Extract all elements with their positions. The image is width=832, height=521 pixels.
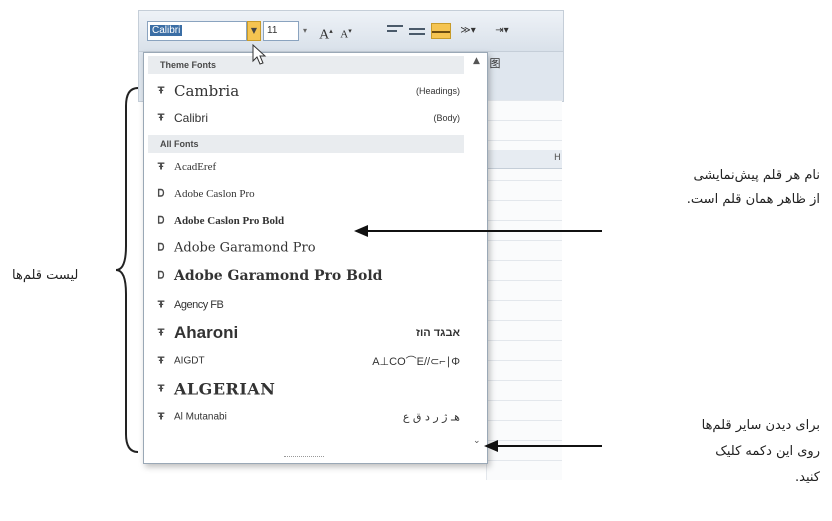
- font-item-tag: (Body): [433, 113, 460, 123]
- truetype-icon: Ŧ: [157, 299, 165, 311]
- more-fonts-note-line1: برای دیدن سایر قلم‌ها: [701, 418, 820, 433]
- font-item-aharoni[interactable]: Ŧ Aharoni אבגד הוז: [148, 319, 464, 347]
- font-item-label: ALGERIAN: [174, 379, 276, 399]
- font-size-combobox[interactable]: 11: [263, 21, 299, 41]
- font-item-tag: A⊥CO⌒E//⊂⌐∣Φ: [372, 356, 460, 368]
- preview-arrow-icon: [354, 225, 602, 237]
- font-item-label: Adobe Caslon Pro Bold: [174, 215, 285, 227]
- font-item-calibri[interactable]: Ŧ Calibri (Body): [148, 106, 464, 130]
- font-item-aigdt[interactable]: Ŧ AIGDT A⊥CO⌒E//⊂⌐∣Φ: [148, 349, 464, 373]
- font-item-label: Adobe Caslon Pro: [174, 188, 255, 200]
- font-item-label: AcadEref: [174, 161, 217, 173]
- font-item-label: Al Mutanabi: [174, 411, 227, 423]
- preview-note-line1: نام هر قلم پیش‌نمایشی: [693, 168, 820, 183]
- font-item-label: Aharoni: [174, 323, 239, 342]
- preview-note-line2: از ظاهر همان قلم است.: [686, 192, 820, 207]
- truetype-icon: Ŧ: [157, 327, 165, 339]
- truetype-icon: Ŧ: [157, 411, 165, 423]
- font-dropdown-list: Theme Fonts Ŧ Cambria (Headings) Ŧ Calib…: [143, 52, 488, 464]
- more-fonts-arrow-icon: [484, 440, 602, 452]
- font-item-tag: אבגד הוז: [415, 327, 460, 339]
- opentype-icon: Ꭰ: [157, 270, 165, 282]
- font-item-acaderef[interactable]: Ŧ AcadEref: [148, 155, 464, 179]
- font-item-al-mutanabi[interactable]: Ŧ Al Mutanabi هـ ژ ر د ق ع: [148, 405, 464, 429]
- more-fonts-note-line3: کنید.: [795, 470, 820, 485]
- font-item-tag: هـ ژ ر د ق ع: [402, 410, 460, 424]
- mouse-cursor-icon: [252, 44, 267, 65]
- font-item-label: Adobe Garamond Pro Bold: [174, 268, 383, 284]
- opentype-icon: Ꭰ: [157, 215, 165, 227]
- wrap-text-icon[interactable]: ⇥▾: [487, 21, 517, 41]
- font-item-adobe-garamond-pro-bold[interactable]: Ꭰ Adobe Garamond Pro Bold: [148, 264, 464, 288]
- column-letter: H: [554, 153, 561, 163]
- all-fonts-header: All Fonts: [148, 135, 464, 153]
- font-item-label: Calibri: [174, 111, 209, 125]
- font-item-cambria[interactable]: Ŧ Cambria (Headings): [148, 78, 464, 104]
- grow-font-button[interactable]: A▴: [317, 21, 335, 43]
- opentype-icon: Ꭰ: [157, 242, 165, 254]
- scroll-down-icon[interactable]: ⌄: [473, 436, 481, 446]
- align-bottom-icon[interactable]: [431, 23, 451, 39]
- font-list-label: لیست قلم‌ها: [12, 268, 79, 283]
- align-middle-icon[interactable]: [409, 25, 425, 37]
- font-item-label: Cambria: [174, 82, 240, 100]
- align-top-icon[interactable]: [387, 25, 403, 37]
- truetype-icon: Ŧ: [157, 383, 165, 395]
- font-item-adobe-garamond-pro[interactable]: Ꭰ Adobe Garamond Pro: [148, 236, 464, 260]
- more-fonts-note-line2: روی این دکمه کلیک: [715, 444, 820, 459]
- font-item-label: Adobe Garamond Pro: [174, 240, 316, 256]
- ribbon-font-row: Calibri ▼ 11 ▾ A▴ A▾ ≫▾ ⇥▾: [139, 11, 563, 52]
- scroll-up-icon[interactable]: ▲: [473, 56, 480, 66]
- font-dropdown-button[interactable]: ▼: [247, 21, 261, 41]
- font-name-combobox[interactable]: Calibri: [147, 21, 247, 41]
- font-size-dropdown-button[interactable]: ▾: [299, 21, 311, 41]
- font-item-label: AIGDT: [174, 355, 205, 367]
- resize-grip[interactable]: [284, 456, 324, 461]
- column-header: H: [486, 150, 562, 169]
- font-item-adobe-caslon-pro[interactable]: Ꭰ Adobe Caslon Pro: [148, 182, 464, 206]
- font-item-algerian[interactable]: Ŧ ALGERIAN: [148, 375, 464, 403]
- font-item-tag: (Headings): [415, 86, 460, 96]
- truetype-icon: Ŧ: [157, 161, 165, 173]
- truetype-icon: Ŧ: [157, 112, 165, 124]
- opentype-icon: Ꭰ: [157, 188, 165, 200]
- dropdown-scrollbar[interactable]: ▲ ⌄: [471, 56, 485, 458]
- font-list-brace: [115, 87, 139, 453]
- truetype-icon: Ŧ: [157, 355, 165, 367]
- truetype-icon: Ŧ: [157, 85, 165, 97]
- theme-fonts-header: Theme Fonts: [148, 56, 464, 74]
- font-item-agency-fb[interactable]: Ŧ Agency FB: [148, 293, 464, 317]
- shrink-font-button[interactable]: A▾: [337, 21, 355, 41]
- font-name-value: Calibri: [150, 25, 183, 36]
- orientation-icon[interactable]: ≫▾: [457, 21, 479, 41]
- font-item-label: Agency FB: [174, 299, 224, 311]
